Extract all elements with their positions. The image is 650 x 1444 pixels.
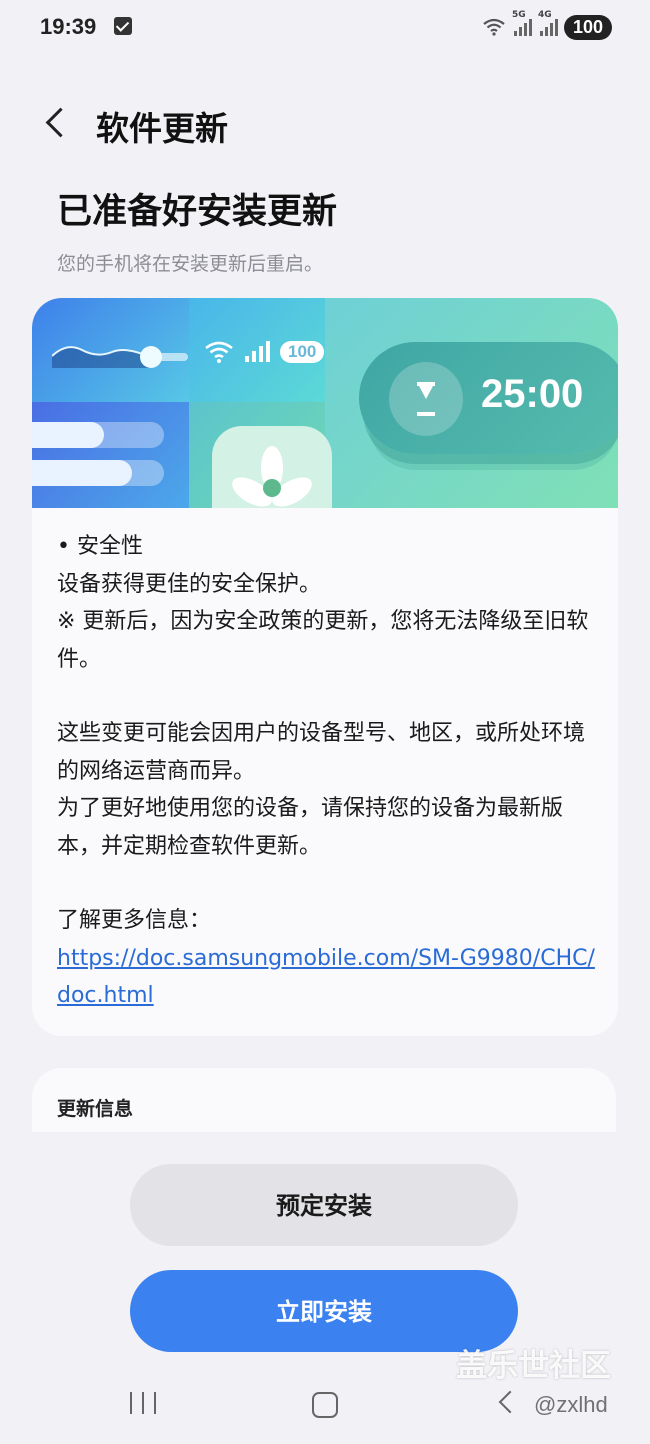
more-info-label: 了解更多信息：: [57, 908, 212, 933]
back-button[interactable]: [40, 102, 80, 146]
signal-5g-icon: 5G: [512, 10, 532, 36]
timer-value: 25:00: [481, 372, 584, 416]
feature-banner: 100 25:00: [32, 298, 618, 508]
release-notes: • 安全性 设备获得更佳的安全保护。 ※ 更新后，因为安全政策的更新，您将无法降…: [57, 528, 597, 1015]
slider-knob: [140, 346, 162, 368]
timer-widget: 25:00: [359, 342, 618, 454]
wave-graphic-icon: [52, 346, 152, 368]
banner-battery: 100: [280, 341, 325, 363]
security-line-1: 设备获得更佳的安全保护。: [57, 571, 322, 597]
update-details-card[interactable]: 100 25:00 • 安全性 设备获得更佳的安全保护。 ※ 更新后，因为安全政…: [32, 298, 618, 1036]
banner-wifi-icon: [205, 341, 233, 363]
update-headline: 已准备好安装更新: [57, 192, 338, 232]
security-line-2: ※ 更新后，因为安全政策的更新，您将无法降级至旧软件。: [57, 609, 589, 672]
toggle-fill-1: [32, 422, 104, 448]
schedule-install-button[interactable]: 预定安装: [130, 1164, 518, 1246]
variation-notice: 这些变更可能会因用户的设备型号、地区，或所处环境的网络运营商而异。: [57, 721, 586, 784]
status-time: 19:39: [40, 14, 97, 39]
banner-signal-icon: [245, 341, 270, 362]
fan-tile: [212, 426, 332, 508]
fan-icon: [232, 446, 312, 507]
restart-notice: 您的手机将在安装更新后重启。: [57, 253, 324, 275]
notification-check-icon: [114, 17, 132, 35]
more-info-link[interactable]: https://doc.samsungmobile.com/SM-G9980/C…: [57, 946, 595, 1009]
banner-status-row: 100: [204, 340, 325, 364]
banner-tile-toggles: [32, 402, 189, 508]
status-bar: 19:39 5G 4G 100: [0, 0, 650, 56]
page-title: 软件更新: [96, 109, 228, 148]
signal-4g-label: 4G: [537, 10, 552, 20]
battery-indicator: 100: [563, 14, 612, 40]
recent-apps-button[interactable]: [130, 1392, 156, 1414]
signal-5g-label: 5G: [511, 10, 526, 20]
home-button[interactable]: [312, 1392, 338, 1418]
update-info-label: 更新信息: [57, 1098, 134, 1120]
wifi-icon: [483, 18, 505, 36]
toggle-fill-2: [32, 460, 132, 486]
signal-4g-icon: 4G: [538, 10, 558, 36]
update-info-row[interactable]: 更新信息: [32, 1068, 616, 1132]
keep-updated-notice: 为了更好地使用您的设备，请保持您的设备为最新版本，并定期检查软件更新。: [57, 796, 564, 859]
watermark-handle: @zxlhd: [534, 1392, 608, 1417]
nav-back-button[interactable]: [498, 1390, 522, 1414]
hourglass-icon: [389, 362, 463, 436]
security-heading: • 安全性: [57, 534, 143, 559]
status-icons: 5G 4G 100: [482, 10, 612, 40]
